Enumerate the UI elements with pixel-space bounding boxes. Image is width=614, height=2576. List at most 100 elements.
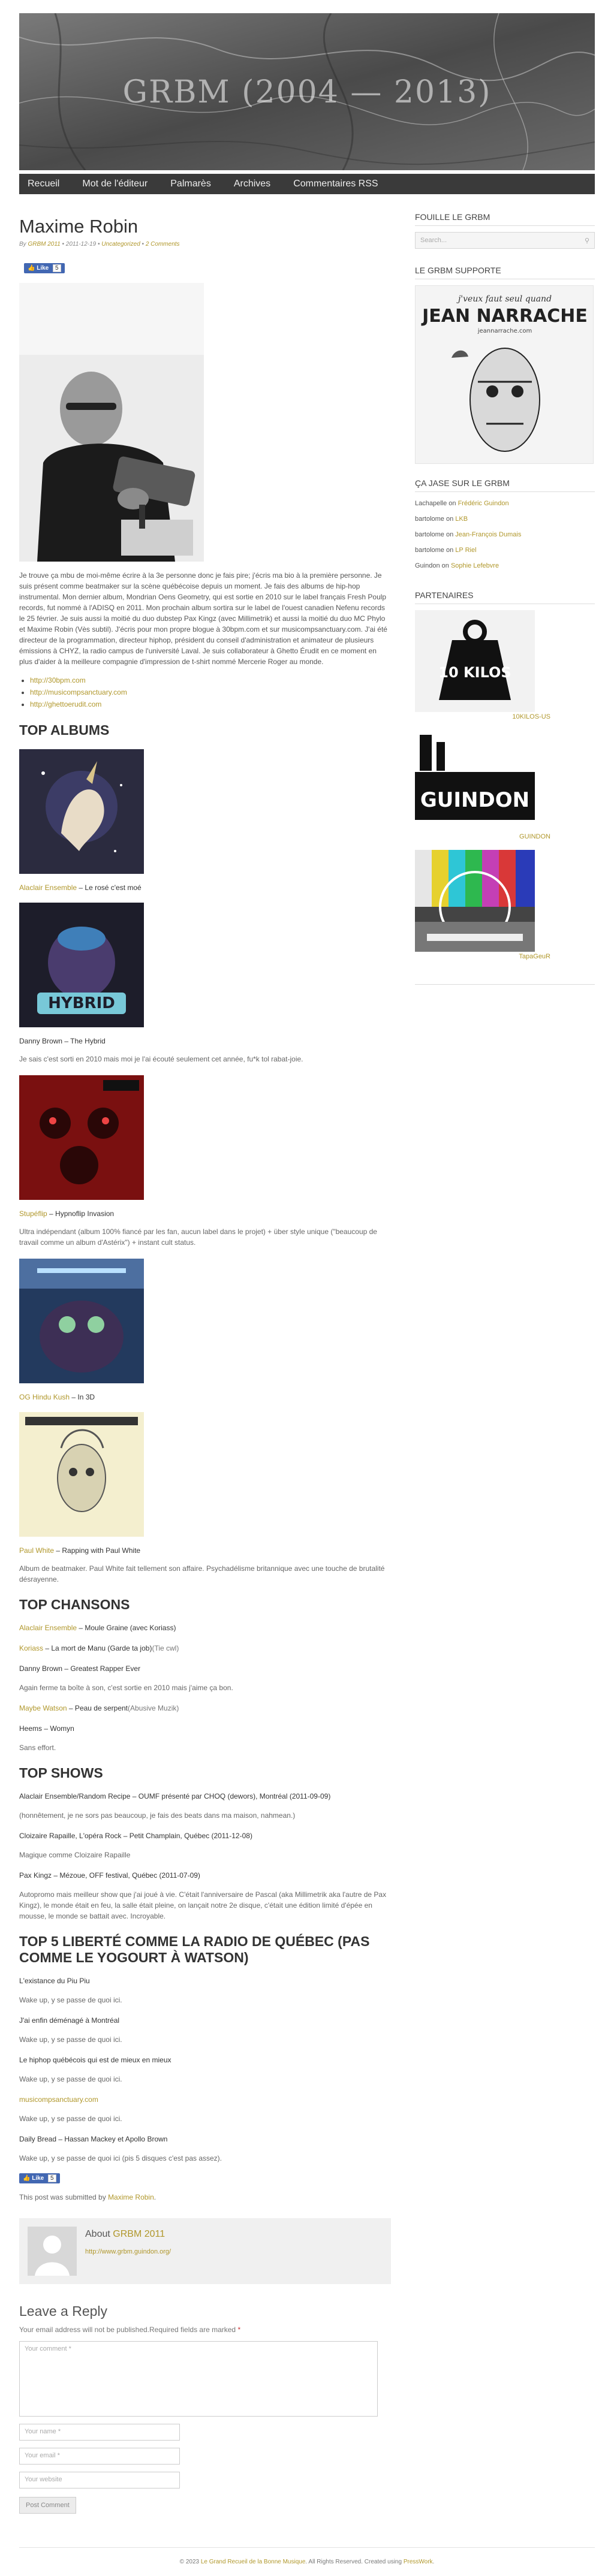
author-box-title: About GRBM 2011	[85, 2229, 165, 2239]
radio-item: Le hiphop québécois qui est de mieux en …	[19, 2056, 171, 2064]
thumbs-up-icon: 👍	[28, 265, 35, 272]
album-note: Album de beatmaker. Paul White fait tell…	[19, 1564, 385, 1583]
search-icon[interactable]: ⚲	[585, 237, 589, 245]
partner-name[interactable]: TapaGeuR	[415, 953, 550, 960]
post-comments-link[interactable]: 2 Comments	[146, 241, 180, 248]
comment-textarea[interactable]: Your comment *	[19, 2341, 378, 2417]
svg-text:GUINDON: GUINDON	[420, 788, 529, 812]
album-artist-link[interactable]: OG Hindu Kush	[19, 1393, 70, 1401]
nav-item-palmares[interactable]: Palmarès	[170, 179, 211, 189]
song-artist-link[interactable]: Koriass	[19, 1644, 43, 1652]
link-ghettoerudit[interactable]: http://ghettoerudit.com	[30, 700, 101, 708]
partner-name[interactable]: GUINDON	[415, 833, 550, 840]
list-item: Lachapelle on Frédéric Guindon	[415, 500, 509, 507]
footer-site-link[interactable]: Le Grand Recueil de la Bonne Musique	[201, 2559, 306, 2565]
website-field[interactable]: Your website	[19, 2472, 180, 2488]
album-cover: HYBRID	[19, 903, 144, 1027]
partner-item[interactable]: GUINDON GUINDON	[415, 730, 595, 840]
top-radio-heading: Top 5 liberté comme la radio de Québec (…	[19, 1933, 370, 1965]
avatar	[28, 2227, 77, 2276]
svg-text:10 KILOS: 10 KILOS	[438, 664, 511, 681]
comment-post-link[interactable]: Frédéric Guindon	[458, 500, 509, 507]
album-caption: Stupéflip – Hypnoflip Invasion	[19, 1209, 115, 1218]
show-note: (honnêtement, je ne sors pas beaucoup, j…	[19, 1811, 296, 1820]
show-item: Cloizaire Rapaille, L'opéra Rock – Petit…	[19, 1832, 252, 1840]
search-input[interactable]: Search... ⚲	[415, 232, 595, 249]
link-30bpm[interactable]: http://30bpm.com	[30, 676, 86, 684]
post-category-link[interactable]: Uncategorized	[101, 241, 140, 248]
author-box-url[interactable]: http://www.grbm.guindon.org/	[85, 2248, 171, 2255]
submitted-author-link[interactable]: Maxime Robin	[108, 2193, 154, 2201]
album-caption: Danny Brown – The Hybrid	[19, 1037, 106, 1045]
song-item: Koriass – La mort de Manu (Garde ta job)…	[19, 1644, 179, 1652]
partner-item[interactable]: TapaGeuR	[415, 850, 595, 960]
list-item: Guindon on Sophie Lefebvre	[415, 562, 499, 569]
partner-name[interactable]: 10KILOS-US	[415, 713, 550, 720]
comment-post-link[interactable]: Jean-François Dumais	[455, 531, 521, 538]
album-artist-link[interactable]: Alaclair Ensemble	[19, 883, 77, 892]
sidebar-divider	[415, 984, 595, 985]
link-musicompsanctuary[interactable]: http://musicompsanctuary.com	[30, 688, 127, 696]
main-content: Maxime Robin By GRBM 2011 • 2011-12-19 •…	[19, 212, 391, 2514]
nav-item-recueil[interactable]: Recueil	[28, 179, 59, 189]
partner-logo-10kilos[interactable]: 10 KILOS	[415, 610, 535, 712]
svg-text:HYBRID: HYBRID	[48, 994, 115, 1012]
album-cover	[19, 749, 144, 874]
email-field[interactable]: Your email *	[19, 2448, 180, 2465]
radio-link[interactable]: musicompsanctuary.com	[19, 2095, 98, 2104]
song-artist-link[interactable]: Alaclair Ensemble	[19, 1624, 77, 1632]
album-cover	[19, 1075, 144, 1200]
author-box: About GRBM 2011 http://www.grbm.guindon.…	[19, 2218, 391, 2284]
song-artist-link[interactable]: Maybe Watson	[19, 1704, 67, 1712]
jean-narrache-poster[interactable]: j'veux faut seul quand JEAN NARRACHE jea…	[415, 285, 594, 464]
svg-text:j'veux faut seul quand: j'veux faut seul quand	[456, 294, 552, 304]
comment-post-link[interactable]: Sophie Lefebvre	[451, 562, 499, 569]
post-meta: By GRBM 2011 • 2011-12-19 • Uncategorize…	[19, 241, 180, 248]
facebook-like-button[interactable]: 👍 Like 5	[19, 2173, 60, 2183]
comment-post-link[interactable]: LP Riel	[455, 547, 476, 554]
sidebar: Fouille le GRBM Search... ⚲ Le GRBM supp…	[415, 212, 595, 2514]
post-intro: Je trouve ça mbu de moi-même écrire à la…	[19, 571, 387, 666]
author-box-name-link[interactable]: GRBM 2011	[113, 2229, 165, 2239]
footer: © 2023 Le Grand Recueil de la Bonne Musi…	[19, 2547, 595, 2576]
radio-note: Wake up, y se passe de quoi ici (pis 5 d…	[19, 2154, 222, 2162]
radio-note: Wake up, y se passe de quoi ici.	[19, 2075, 122, 2083]
top-albums-heading: Top albums	[19, 722, 110, 738]
nav-item-mot-editeur[interactable]: Mot de l'éditeur	[82, 179, 148, 189]
song-item: Maybe Watson – Peau de serpent(Abusive M…	[19, 1704, 179, 1712]
reply-note: Your email address will not be published…	[19, 2325, 241, 2334]
radio-note: Wake up, y se passe de quoi ici.	[19, 2115, 122, 2123]
show-note: Autopromo mais meilleur show que j'ai jo…	[19, 1890, 387, 1920]
album-artist-link[interactable]: Paul White	[19, 1546, 54, 1555]
header-banner[interactable]: GRBM (2004 — 2013)	[19, 13, 595, 170]
partner-logo-guindon[interactable]: GUINDON	[415, 730, 535, 832]
like-count: 5	[48, 2174, 56, 2182]
song-note: Again ferme ta boîte à son, c'est sortie…	[19, 1684, 233, 1692]
album-caption: Paul White – Rapping with Paul White	[19, 1546, 141, 1555]
nav-item-rss[interactable]: Commentaires RSS	[293, 179, 378, 189]
facebook-like-button[interactable]: 👍 Like 5	[24, 263, 65, 273]
partner-item[interactable]: 10 KILOS 10KILOS-US	[415, 610, 595, 720]
supporte-widget-title: Le GRBM supporte	[415, 266, 595, 279]
radio-item: Daily Bread – Hassan Mackey et Apollo Br…	[19, 2135, 168, 2143]
partner-logo-tapageur[interactable]	[415, 850, 535, 952]
footer-theme-link[interactable]: PressWork	[404, 2559, 433, 2565]
post-comment-button[interactable]: Post Comment	[19, 2497, 76, 2514]
song-note: Sans effort.	[19, 1744, 56, 1752]
radio-item: L'existance du Piu Piu	[19, 1977, 90, 1985]
post-author-link[interactable]: GRBM 2011	[28, 241, 60, 248]
radio-note: Wake up, y se passe de quoi ici.	[19, 1996, 122, 2004]
artist-portrait	[19, 283, 204, 562]
radio-note: Wake up, y se passe de quoi ici.	[19, 2035, 122, 2044]
comment-post-link[interactable]: LKB	[455, 515, 468, 523]
recent-comments-list: Lachapelle on Frédéric Guindon bartolome…	[415, 496, 595, 574]
song-item: Heems – Womyn	[19, 1724, 74, 1733]
top-chansons-heading: Top chansons	[19, 1597, 130, 1612]
album-cover	[19, 1412, 144, 1537]
post-links: http://30bpm.com http://musicompsanctuar…	[30, 674, 391, 710]
name-field[interactable]: Your name *	[19, 2424, 180, 2441]
nav-item-archives[interactable]: Archives	[234, 179, 270, 189]
like-count: 5	[53, 264, 61, 272]
album-artist-link[interactable]: Stupéflip	[19, 1209, 47, 1218]
post-title[interactable]: Maxime Robin	[19, 216, 391, 237]
